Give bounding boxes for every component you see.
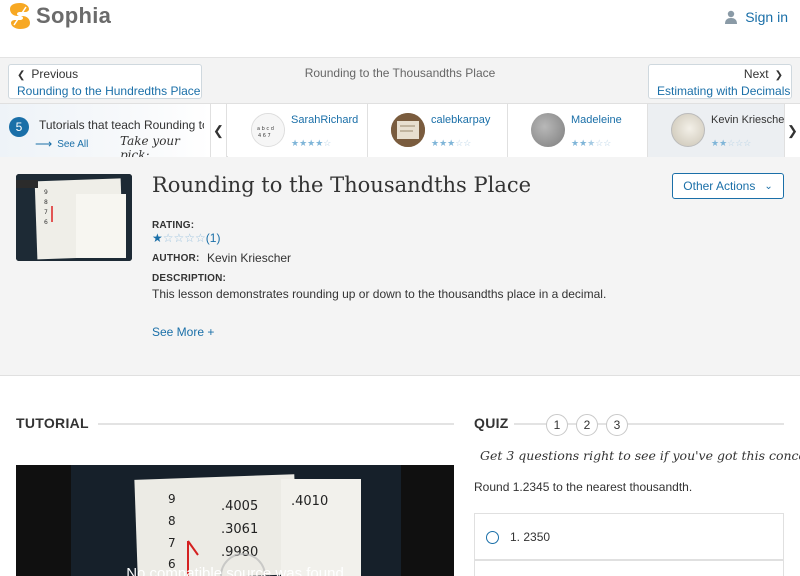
- see-all-link[interactable]: ⟶ See All: [35, 137, 88, 151]
- tutorials-strip-title: Tutorials that teach Rounding to: [39, 118, 204, 132]
- card-rating-stars: ★★★★☆: [291, 138, 332, 148]
- quiz-step-2[interactable]: 2: [576, 414, 598, 436]
- other-actions-button[interactable]: Other Actions ⌄: [672, 173, 784, 199]
- author-avatar: [391, 113, 425, 147]
- card-author-name: SarahRichard: [291, 114, 359, 126]
- video-frame: 9 8 7 6 .4005 .3061 .9980 .4010: [16, 465, 454, 576]
- svg-text:8: 8: [44, 199, 48, 206]
- quiz-step-1[interactable]: 1: [546, 414, 568, 436]
- next-lesson-button[interactable]: Next ❯ Estimating with Decimals: [648, 64, 792, 99]
- next-lesson-link[interactable]: Estimating with Decimals: [657, 84, 790, 98]
- card-rating-stars: ★★★☆☆: [571, 138, 612, 148]
- previous-label-row: ❮ Previous: [17, 67, 193, 83]
- quiz-prompt: Get 3 questions right to see if you've g…: [480, 448, 800, 463]
- card-rating-stars: ★★★☆☆: [431, 138, 472, 148]
- svg-text:8: 8: [168, 514, 176, 528]
- see-more-link[interactable]: See More +: [152, 325, 214, 339]
- svg-text:9: 9: [44, 189, 48, 196]
- card-author-name: Madeleine: [571, 114, 622, 126]
- chevron-left-icon: ❮: [213, 122, 224, 138]
- svg-text:7: 7: [44, 209, 48, 216]
- player-error-message: No compatible source was found: [126, 565, 344, 576]
- chevron-right-icon: ❯: [787, 122, 798, 138]
- card-author-name: calebkarpay: [431, 114, 491, 126]
- next-label: Next: [743, 67, 769, 81]
- tutorial-card-sarahrichard[interactable]: a b c d 4 6 7 SarahRichard ★★★★☆: [228, 104, 368, 157]
- author-avatar: a b c d 4 6 7: [251, 113, 285, 147]
- tutorials-strip: 5 Tutorials that teach Rounding to ⟶ See …: [0, 104, 800, 162]
- lesson-thumbnail-image: 9 8 7 6: [16, 174, 132, 261]
- quiz-question: Round 1.2345 to the nearest thousandth.: [474, 480, 693, 494]
- strip-prev-button[interactable]: ❮: [211, 104, 227, 157]
- tutorial-card-kevin-kriescher[interactable]: Kevin Kriescher ★★☆☆☆: [648, 104, 788, 157]
- site-header: Sophia Sign in: [0, 0, 800, 58]
- author-avatar: [671, 113, 705, 147]
- previous-lesson-button[interactable]: ❮ Previous Rounding to the Hundredths Pla…: [8, 64, 202, 99]
- chevron-down-icon: ⌄: [764, 180, 773, 192]
- author-avatar: [531, 113, 565, 147]
- svg-text:a b c d: a b c d: [257, 126, 274, 132]
- author-name: Kevin Kriescher: [207, 251, 292, 265]
- lesson-description: This lesson demonstrates rounding up or …: [152, 287, 607, 301]
- tutorials-strip-header: 5 Tutorials that teach Rounding to ⟶ See …: [0, 104, 211, 162]
- lesson-nav-bar: ❮ Previous Rounding to the Hundredths Pla…: [0, 58, 800, 104]
- card-author-name: Kevin Kriescher: [711, 114, 789, 126]
- whiteboard-thumb-icon: a b c d 4 6 7: [252, 114, 284, 146]
- tutorial-divider: [98, 423, 454, 425]
- lesson-title: Rounding to the Thousandths Place: [152, 173, 532, 197]
- sign-in-label: Sign in: [745, 9, 788, 25]
- quiz-answer-option[interactable]: 1. 2350: [474, 513, 784, 560]
- tutorial-count-badge: 5: [9, 117, 29, 137]
- sophia-logo-icon: [10, 3, 30, 29]
- svg-text:9: 9: [168, 492, 176, 506]
- svg-text:.4010: .4010: [291, 494, 328, 509]
- svg-text:6: 6: [44, 219, 48, 226]
- video-player[interactable]: 9 8 7 6 .4005 .3061 .9980 .4010 No compa…: [16, 465, 454, 576]
- quiz-heading: QUIZ: [474, 415, 509, 431]
- chevron-left-icon: ❮: [17, 70, 26, 81]
- rating-stars-icon: ★☆☆☆☆: [152, 231, 206, 245]
- brand-name: Sophia: [36, 3, 112, 28]
- lesson-rating[interactable]: ★☆☆☆☆(1): [152, 231, 220, 245]
- sign-in-link[interactable]: Sign in: [725, 9, 788, 25]
- page: Sophia Sign in ❮ Previous Rounding to the…: [0, 0, 800, 576]
- radio-button[interactable]: [486, 531, 499, 544]
- next-label-row: Next ❯: [657, 67, 783, 83]
- tutorial-heading: TUTORIAL: [16, 415, 89, 431]
- photo-thumb-icon: [391, 113, 425, 147]
- other-actions-label: Other Actions: [683, 179, 756, 193]
- quiz-answer-option-next[interactable]: [474, 560, 784, 576]
- tutorial-card-calebkarpay[interactable]: calebkarpay ★★★☆☆: [368, 104, 508, 157]
- chevron-right-icon: ❯: [774, 70, 783, 81]
- author-label: AUTHOR:: [152, 253, 200, 264]
- description-label: DESCRIPTION:: [152, 273, 227, 284]
- user-icon: [725, 10, 738, 24]
- strip-next-button[interactable]: ❯: [784, 104, 800, 157]
- tutorial-card-madeleine[interactable]: Madeleine ★★★☆☆: [508, 104, 648, 157]
- current-lesson-title: Rounding to the Thousandths Place: [304, 66, 496, 80]
- svg-text:.9980: .9980: [221, 545, 258, 560]
- rating-label: RATING:: [152, 220, 195, 231]
- arrow-right-icon: ⟶: [35, 137, 53, 151]
- svg-text:.3061: .3061: [221, 522, 258, 537]
- lesson-thumbnail[interactable]: 9 8 7 6: [16, 174, 132, 261]
- svg-text:.4005: .4005: [221, 499, 258, 514]
- card-rating-stars: ★★☆☆☆: [711, 138, 752, 148]
- sophia-logo[interactable]: Sophia: [10, 3, 111, 29]
- lesson-detail: 9 8 7 6 Rounding to the Thousandths Plac…: [0, 157, 800, 376]
- answer-text: 1. 2350: [510, 530, 551, 544]
- quiz-step-3[interactable]: 3: [606, 414, 628, 436]
- svg-text:7: 7: [168, 536, 176, 550]
- previous-lesson-link[interactable]: Rounding to the Hundredths Place: [17, 84, 200, 98]
- previous-label: Previous: [31, 67, 79, 81]
- rating-count: (1): [205, 231, 221, 245]
- see-all-label: See All: [57, 138, 89, 150]
- svg-text:4 6 7: 4 6 7: [258, 133, 271, 139]
